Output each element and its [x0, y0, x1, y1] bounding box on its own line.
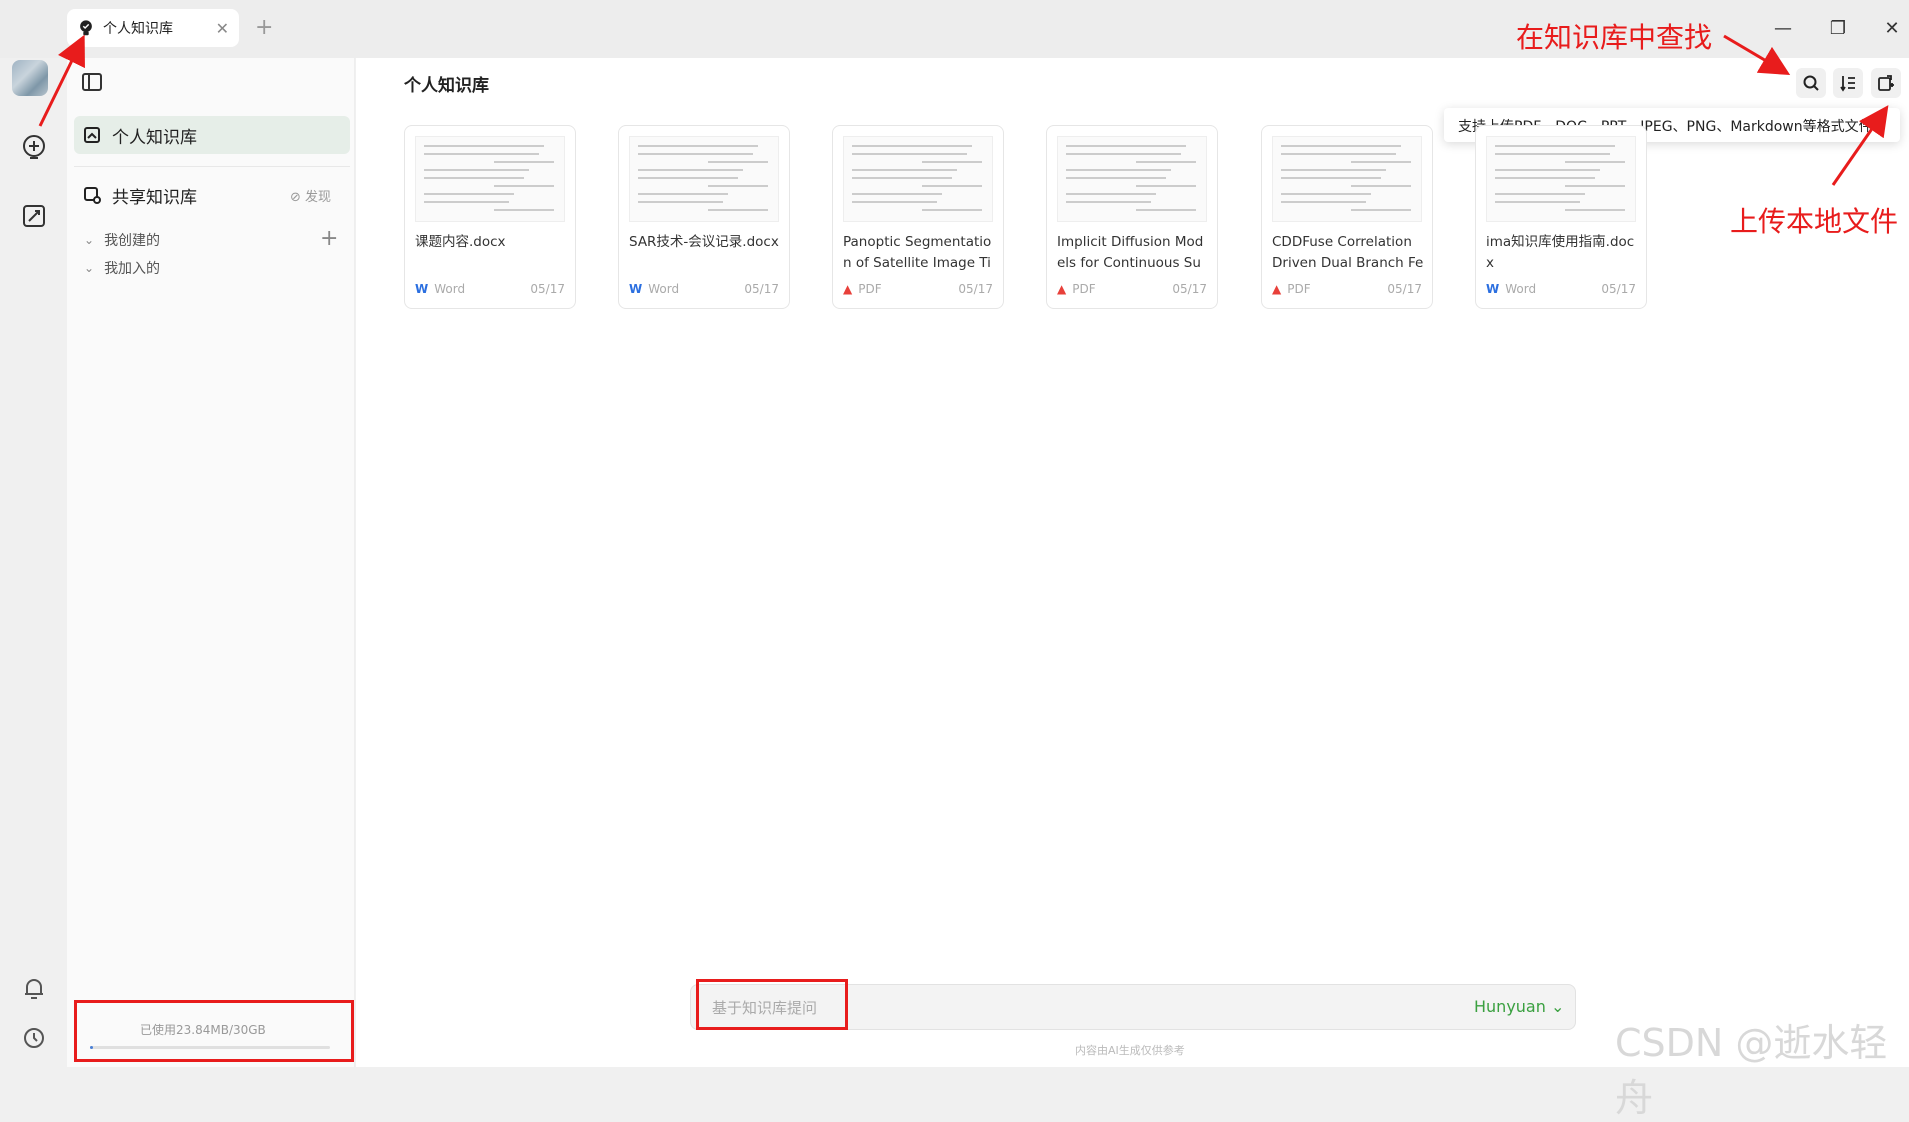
- sidebar-item-label: 个人知识库: [112, 127, 197, 148]
- file-name: ima知识库使用指南.docx: [1486, 234, 1635, 271]
- file-thumbnail: [843, 136, 993, 222]
- file-date: 05/17: [530, 282, 565, 296]
- sidebar-item-joined[interactable]: ⌄ 我加入的: [84, 258, 160, 278]
- file-card[interactable]: Implicit Diffusion Models for Continuous…: [1046, 125, 1218, 309]
- file-name: 课题内容.docx: [415, 234, 506, 250]
- file-date: 05/17: [1172, 282, 1207, 296]
- file-type: ▲ PDF: [1057, 282, 1096, 296]
- sidebar-toggle-icon[interactable]: [80, 70, 104, 94]
- storage-bar: [90, 1046, 330, 1049]
- pdf-icon: ▲: [1057, 282, 1067, 296]
- bulb-icon: [80, 20, 92, 36]
- file-card[interactable]: Panoptic Segmentation of Satellite Image…: [832, 125, 1004, 309]
- search-icon: [1803, 75, 1819, 91]
- kb-icon: [84, 127, 100, 143]
- file-name: Implicit Diffusion Models for Continuous…: [1057, 234, 1204, 271]
- file-type-label: Word: [434, 282, 466, 296]
- file-date: 05/17: [958, 282, 993, 296]
- file-thumbnail: [1486, 136, 1636, 222]
- page-title: 个人知识库: [404, 76, 489, 96]
- tab-personal-kb[interactable]: 个人知识库 ✕: [67, 9, 239, 47]
- storage-bar-fill: [90, 1046, 93, 1049]
- upload-button[interactable]: [1871, 68, 1901, 98]
- ask-placeholder: 基于知识库提问: [712, 999, 818, 1017]
- search-button[interactable]: [1796, 68, 1826, 98]
- tab-close-button[interactable]: ✕: [216, 19, 229, 38]
- model-selector[interactable]: Hunyuan ⌄: [1474, 997, 1564, 1016]
- pdf-icon: ▲: [843, 282, 853, 296]
- file-thumbnail: [1057, 136, 1207, 222]
- ai-disclaimer: 内容由AI生成仅供参考: [1075, 1044, 1185, 1057]
- sort-icon: [1840, 76, 1855, 92]
- file-date: 05/17: [744, 282, 779, 296]
- add-circle-icon[interactable]: [18, 132, 50, 164]
- file-type: W Word: [415, 282, 465, 296]
- new-tab-button[interactable]: +: [255, 15, 273, 40]
- file-card[interactable]: 课题内容.docx W Word 05/17: [404, 125, 576, 309]
- edit-icon[interactable]: [18, 200, 50, 232]
- file-type-label: PDF: [1072, 282, 1096, 296]
- file-type: W Word: [1486, 282, 1536, 296]
- file-type-label: Word: [1505, 282, 1537, 296]
- file-type-label: PDF: [858, 282, 882, 296]
- restore-button[interactable]: ❐: [1823, 14, 1853, 44]
- word-icon: W: [1486, 282, 1500, 296]
- file-type: ▲ PDF: [1272, 282, 1311, 296]
- file-type-label: PDF: [1287, 282, 1311, 296]
- file-card[interactable]: ima知识库使用指南.docx W Word 05/17: [1475, 125, 1647, 309]
- sidebar-item-created[interactable]: ⌄ 我创建的: [84, 230, 160, 250]
- upload-file-icon: [1878, 75, 1894, 91]
- file-date: 05/17: [1387, 282, 1422, 296]
- pdf-icon: ▲: [1272, 282, 1282, 296]
- close-window-button[interactable]: ✕: [1877, 14, 1907, 44]
- annotation-upload: 上传本地文件: [1730, 205, 1899, 238]
- file-thumbnail: [415, 136, 565, 222]
- chevron-down-icon: ⌄: [84, 261, 95, 275]
- sidebar-item-personal-kb[interactable]: 个人知识库: [74, 116, 350, 154]
- history-icon[interactable]: [18, 1022, 50, 1054]
- file-type: ▲ PDF: [843, 282, 882, 296]
- word-icon: W: [629, 282, 643, 296]
- discover-link[interactable]: ⊘ 发现: [290, 186, 331, 205]
- sort-button[interactable]: [1833, 68, 1863, 98]
- sidebar-item-label: 我创建的: [104, 233, 161, 249]
- tab-title: 个人知识库: [103, 21, 173, 37]
- file-thumbnail: [1272, 136, 1422, 222]
- avatar[interactable]: [12, 60, 48, 96]
- watermark: CSDN @逝水轻舟: [1615, 1021, 1888, 1120]
- add-kb-button[interactable]: +: [320, 226, 338, 251]
- chevron-down-icon: ⌄: [84, 233, 95, 247]
- shared-kb-icon: [84, 187, 101, 204]
- bell-icon[interactable]: [18, 973, 50, 1005]
- divider: [74, 166, 350, 167]
- file-name: SAR技术-会议记录.docx: [629, 234, 779, 250]
- file-card[interactable]: CDDFuse Correlation Driven Dual Branch F…: [1261, 125, 1433, 309]
- file-type: W Word: [629, 282, 679, 296]
- file-name: Panoptic Segmentation of Satellite Image…: [843, 234, 992, 271]
- minimize-button[interactable]: —: [1768, 14, 1798, 44]
- sidebar-item-label: 共享知识库: [112, 187, 197, 208]
- sidebar-item-label: 我加入的: [104, 261, 161, 277]
- file-type-label: Word: [648, 282, 680, 296]
- storage-usage: 已使用23.84MB/30GB: [140, 1023, 266, 1037]
- file-name: CDDFuse Correlation Driven Dual Branch F…: [1272, 234, 1424, 271]
- file-thumbnail: [629, 136, 779, 222]
- file-card[interactable]: SAR技术-会议记录.docx W Word 05/17: [618, 125, 790, 309]
- word-icon: W: [415, 282, 429, 296]
- file-date: 05/17: [1601, 282, 1636, 296]
- annotation-search: 在知识库中查找: [1516, 21, 1713, 54]
